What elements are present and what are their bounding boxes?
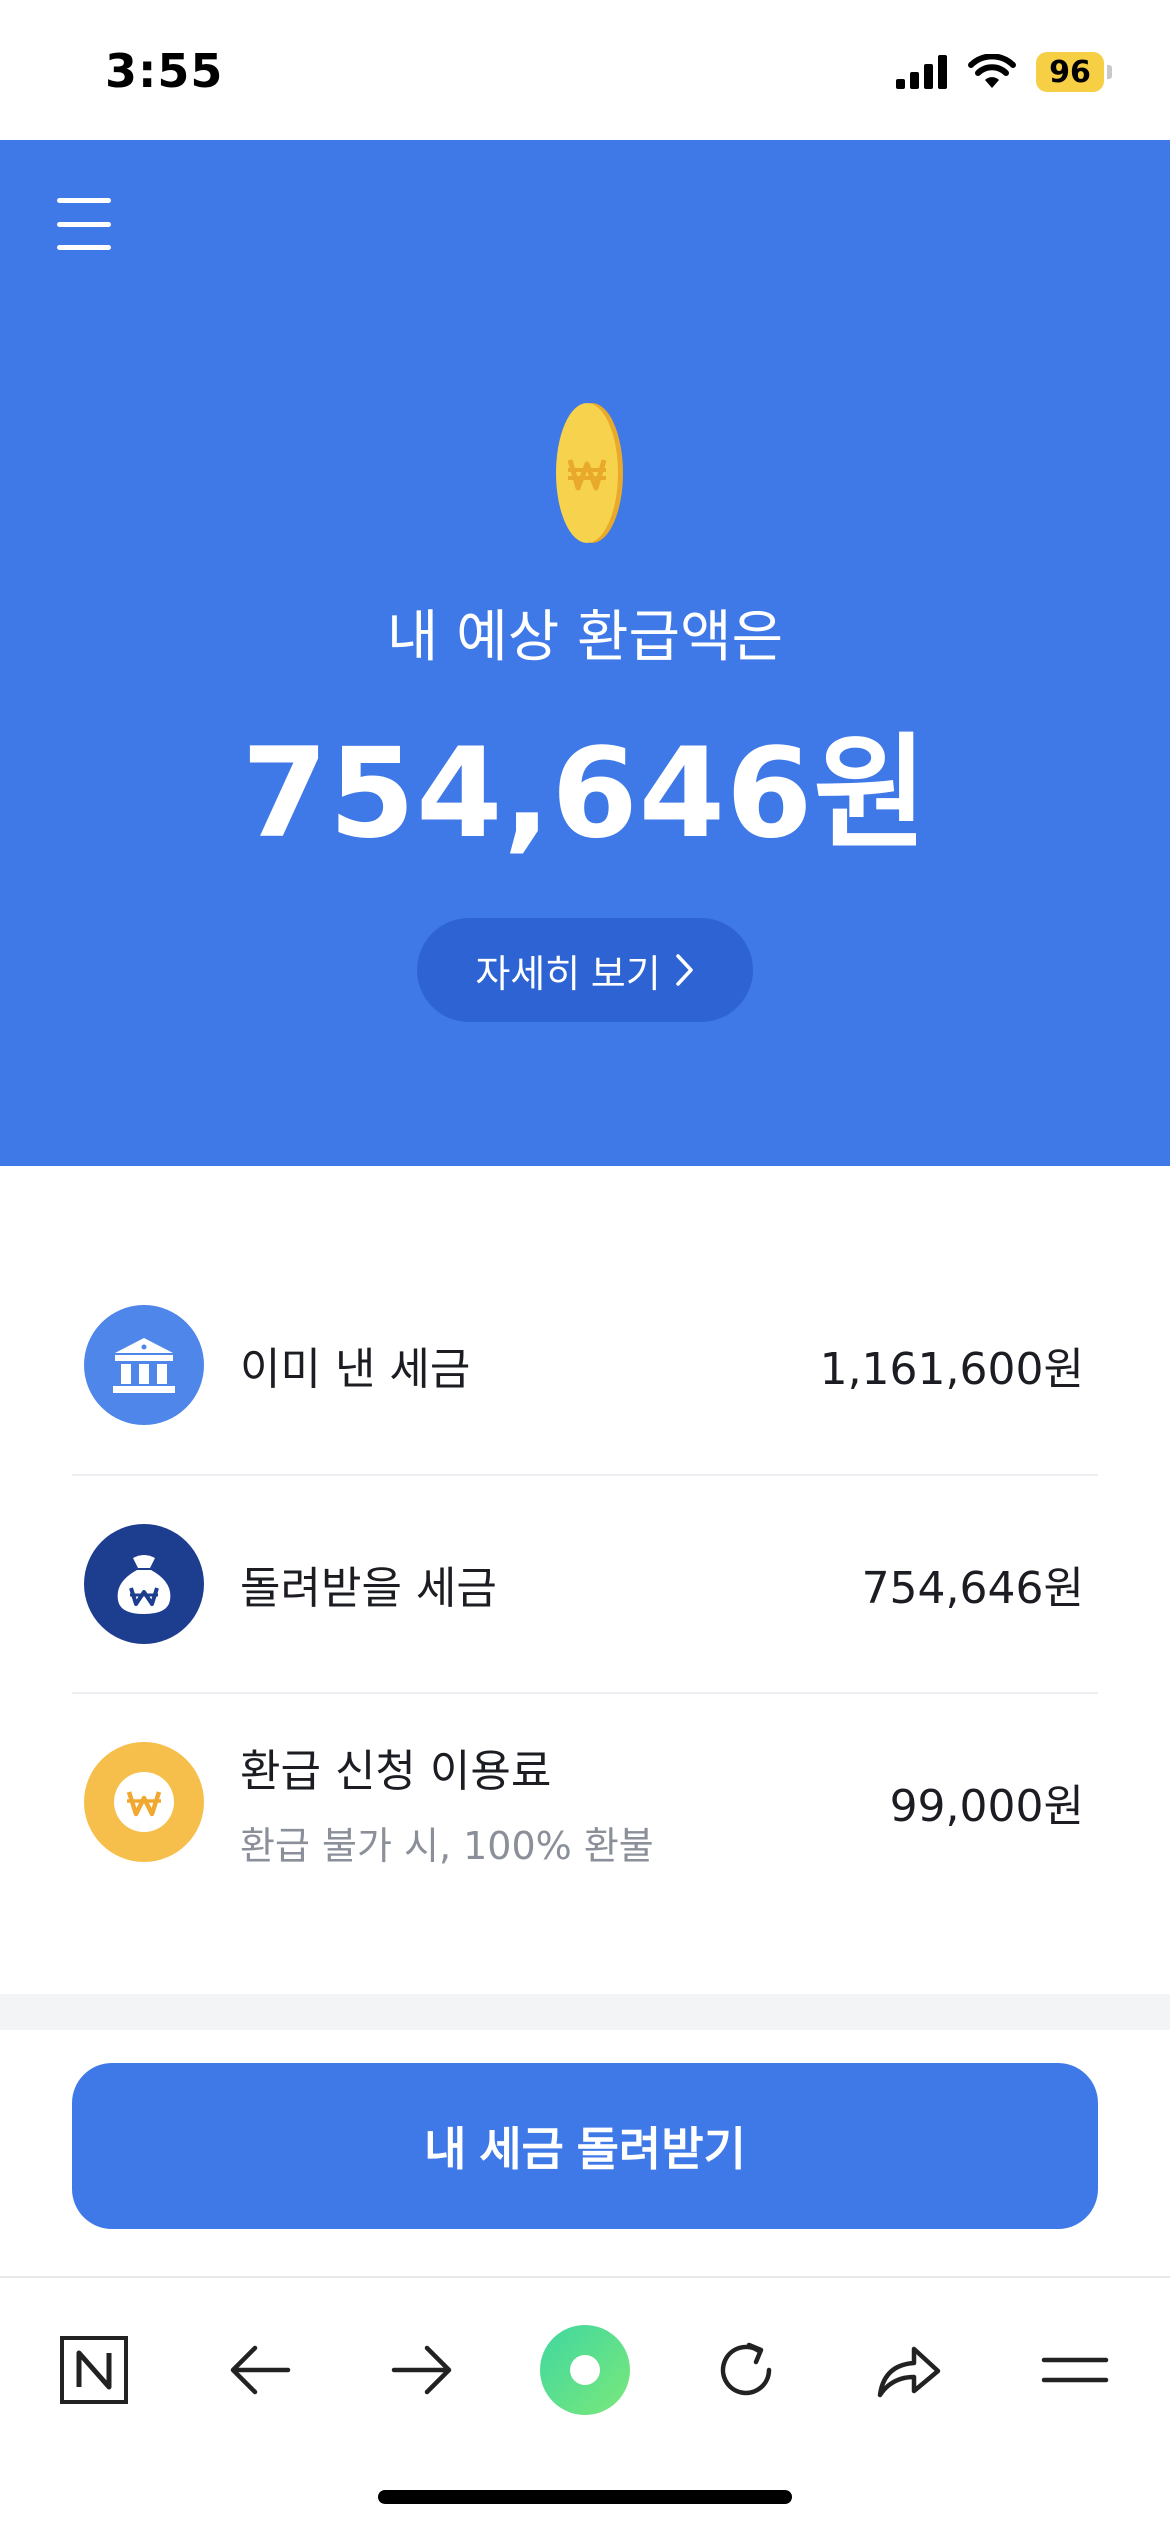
row-value: 1,161,600원 bbox=[819, 1344, 1084, 1395]
list-item-paid-tax: 이미 낸 세금 1,161,600원 bbox=[72, 1256, 1098, 1474]
tax-summary-list: 이미 낸 세금 1,161,600원 돌려받을 세금 754,646원 환급 신… bbox=[72, 1256, 1098, 1910]
naver-icon[interactable] bbox=[46, 2322, 142, 2418]
menu-icon[interactable] bbox=[1027, 2322, 1123, 2418]
get-refund-button[interactable]: 내 세금 돌려받기 bbox=[72, 2063, 1098, 2229]
battery-level: 96 bbox=[1036, 52, 1104, 92]
row-title: 환급 신청 이용료 bbox=[240, 1745, 552, 1797]
won-coin-icon bbox=[556, 403, 623, 543]
section-divider bbox=[0, 1994, 1170, 2030]
chevron-right-icon bbox=[675, 954, 693, 986]
status-time: 3:55 bbox=[105, 44, 224, 98]
share-icon[interactable] bbox=[861, 2322, 957, 2418]
detail-button-label: 자세히 보기 bbox=[475, 953, 661, 996]
row-title: 이미 낸 세금 bbox=[240, 1344, 471, 1395]
battery-icon: 96 bbox=[1036, 52, 1112, 92]
row-value: 754,646원 bbox=[861, 1563, 1084, 1614]
refund-hero: 내 예상 환급액은 754,646원 자세히 보기 bbox=[0, 140, 1170, 1166]
refund-amount: 754,646원 bbox=[241, 722, 929, 866]
signal-icon bbox=[896, 55, 947, 89]
row-title: 돌려받을 세금 bbox=[240, 1563, 497, 1614]
home-indicator bbox=[378, 2490, 792, 2504]
forward-arrow-icon[interactable] bbox=[374, 2322, 470, 2418]
wifi-icon bbox=[968, 54, 1016, 88]
back-arrow-icon[interactable] bbox=[212, 2322, 308, 2418]
refund-label: 내 예상 환급액은 bbox=[386, 605, 784, 670]
row-subtitle: 환급 불가 시, 100% 환불 bbox=[240, 1823, 654, 1868]
status-icons: 96 bbox=[896, 50, 1112, 94]
hamburger-menu-icon[interactable] bbox=[54, 194, 114, 254]
reload-icon[interactable] bbox=[698, 2322, 794, 2418]
status-bar: 3:55 96 bbox=[0, 0, 1170, 140]
detail-button[interactable]: 자세히 보기 bbox=[417, 918, 753, 1022]
green-dot-icon[interactable] bbox=[537, 2322, 633, 2418]
won-coin-icon bbox=[84, 1742, 204, 1862]
bank-icon bbox=[84, 1305, 204, 1425]
row-value: 99,000원 bbox=[889, 1781, 1084, 1832]
list-item-refund-tax: 돌려받을 세금 754,646원 bbox=[72, 1474, 1098, 1692]
list-item-service-fee: 환급 신청 이용료 환급 불가 시, 100% 환불 99,000원 bbox=[72, 1692, 1098, 1910]
money-bag-icon bbox=[84, 1524, 204, 1644]
